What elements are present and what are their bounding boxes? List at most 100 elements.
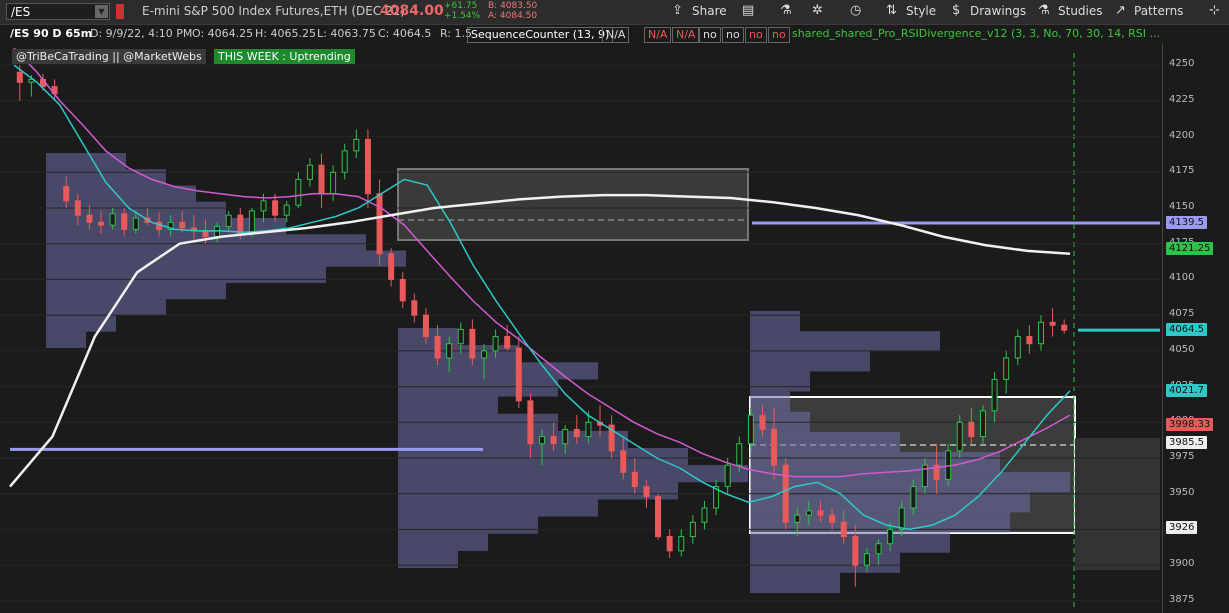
candle-body xyxy=(202,230,209,238)
candle-body xyxy=(898,507,905,530)
price-axis[interactable]: 4250422542004175415041254100407540504025… xyxy=(1162,43,1229,613)
volume-profile xyxy=(398,345,518,363)
volume-profile xyxy=(750,331,940,352)
volume-profile xyxy=(398,533,488,551)
volume-profile xyxy=(46,153,126,170)
volume-profile xyxy=(46,331,86,348)
volume-profile xyxy=(750,532,950,553)
share-icon[interactable]: ⇪ xyxy=(672,3,683,18)
study-value: no xyxy=(722,27,744,43)
candle-body xyxy=(782,464,789,523)
price-label: 3998.33 xyxy=(1166,417,1214,431)
candle-body xyxy=(364,138,371,195)
style-button[interactable]: Style xyxy=(906,4,936,18)
volume-profile xyxy=(398,430,628,448)
candle-body xyxy=(666,536,673,552)
style-icon[interactable]: ⇅ xyxy=(886,3,897,18)
cursor-icon[interactable]: ⊹ xyxy=(1209,3,1220,18)
candle-body xyxy=(1061,324,1068,331)
candle-body xyxy=(237,214,244,235)
candle-body xyxy=(620,450,627,473)
price-tick: 4050 xyxy=(1169,343,1195,355)
volume-profile xyxy=(46,299,166,316)
symbol-text: /ES xyxy=(11,5,31,19)
candle-body xyxy=(701,507,708,523)
candle-body xyxy=(86,214,93,223)
candle-body xyxy=(504,336,511,349)
price-tick: 4150 xyxy=(1169,201,1195,212)
candle-body xyxy=(318,164,325,195)
price-label: 3926 xyxy=(1166,521,1198,534)
volume-profile xyxy=(750,572,840,593)
candle-body xyxy=(388,253,395,280)
clock-icon[interactable]: ◷ xyxy=(850,3,861,18)
handles-badge: @TriBeCaTrading || @MarketWebs xyxy=(12,49,206,64)
candle-body xyxy=(515,347,522,402)
candle-body xyxy=(179,221,186,229)
candle-body xyxy=(306,164,313,180)
price-chart[interactable] xyxy=(0,43,1229,613)
price-tick: 3975 xyxy=(1169,451,1195,462)
candle-body xyxy=(480,350,487,359)
candle-body xyxy=(747,414,754,445)
study-value: no xyxy=(745,27,767,43)
price-tick: 3950 xyxy=(1169,486,1195,498)
candle-body xyxy=(1003,357,1010,380)
candle-body xyxy=(330,171,337,195)
volume-profile xyxy=(750,472,1070,493)
candle-body xyxy=(74,200,81,216)
candle-body xyxy=(771,428,778,466)
symbol-input[interactable]: /ES ▼ xyxy=(6,3,110,20)
volume-profile xyxy=(398,362,598,380)
patterns-icon[interactable]: ↗ xyxy=(1115,3,1126,18)
candle-body xyxy=(840,521,847,538)
studies-icon[interactable]: ⚗ xyxy=(1038,3,1050,18)
chart-period: /ES 90 D 65m xyxy=(10,27,93,40)
candle-body xyxy=(341,150,348,173)
price-tick: 4250 xyxy=(1169,58,1195,70)
bar-close: C: 4064.5 xyxy=(378,27,432,40)
patterns-button[interactable]: Patterns xyxy=(1134,4,1183,18)
candle-body xyxy=(643,486,650,498)
candle-body xyxy=(353,138,360,152)
candle-body xyxy=(991,378,998,412)
volume-profile xyxy=(46,283,226,300)
candle-body xyxy=(585,421,592,438)
candle-body xyxy=(399,278,406,302)
symbol-description: E-mini S&P 500 Index Futures,ETH (DEC 22… xyxy=(142,4,405,18)
candle-body xyxy=(852,536,859,566)
flag-icon[interactable] xyxy=(116,4,124,19)
candle-body xyxy=(132,217,139,230)
volume-profile xyxy=(398,516,538,534)
dollar-icon[interactable]: $ xyxy=(952,3,960,18)
notes-icon[interactable]: ▤ xyxy=(742,3,754,18)
study-value: no xyxy=(699,27,721,43)
price-tick: 3875 xyxy=(1169,593,1195,605)
candle-body xyxy=(829,514,836,523)
bar-high: H: 4065.25 xyxy=(255,27,316,40)
share-button[interactable]: Share xyxy=(692,4,727,18)
candle-body xyxy=(655,496,662,538)
gear-icon[interactable]: ✲ xyxy=(812,3,823,18)
candle-body xyxy=(817,510,824,516)
candle-body xyxy=(689,521,696,538)
candle-body xyxy=(573,428,580,438)
candle-body xyxy=(968,421,975,438)
candle-body xyxy=(678,536,685,552)
drawings-button[interactable]: Drawings xyxy=(970,4,1026,18)
candle-body xyxy=(109,213,116,226)
candle-body xyxy=(759,414,766,430)
candle-body xyxy=(434,336,441,359)
pct-change: +1.54% xyxy=(444,11,481,21)
candle-body xyxy=(724,464,731,488)
studies-button[interactable]: Studies xyxy=(1058,4,1103,18)
candle-body xyxy=(875,543,882,555)
chevron-down-icon[interactable]: ▼ xyxy=(95,5,108,18)
study-rsi-divergence[interactable]: shared_shared_Pro_RSIDivergence_v12 (3, … xyxy=(792,27,1160,41)
candle-body xyxy=(272,200,279,216)
study-value: N/A xyxy=(602,27,630,43)
flask-icon[interactable]: ⚗ xyxy=(780,3,792,18)
study-sequence-counter[interactable]: SequenceCounter (13, 9) xyxy=(467,27,614,43)
trend-badge: THIS WEEK : Uptrending xyxy=(214,49,355,64)
candle-body xyxy=(956,421,963,452)
